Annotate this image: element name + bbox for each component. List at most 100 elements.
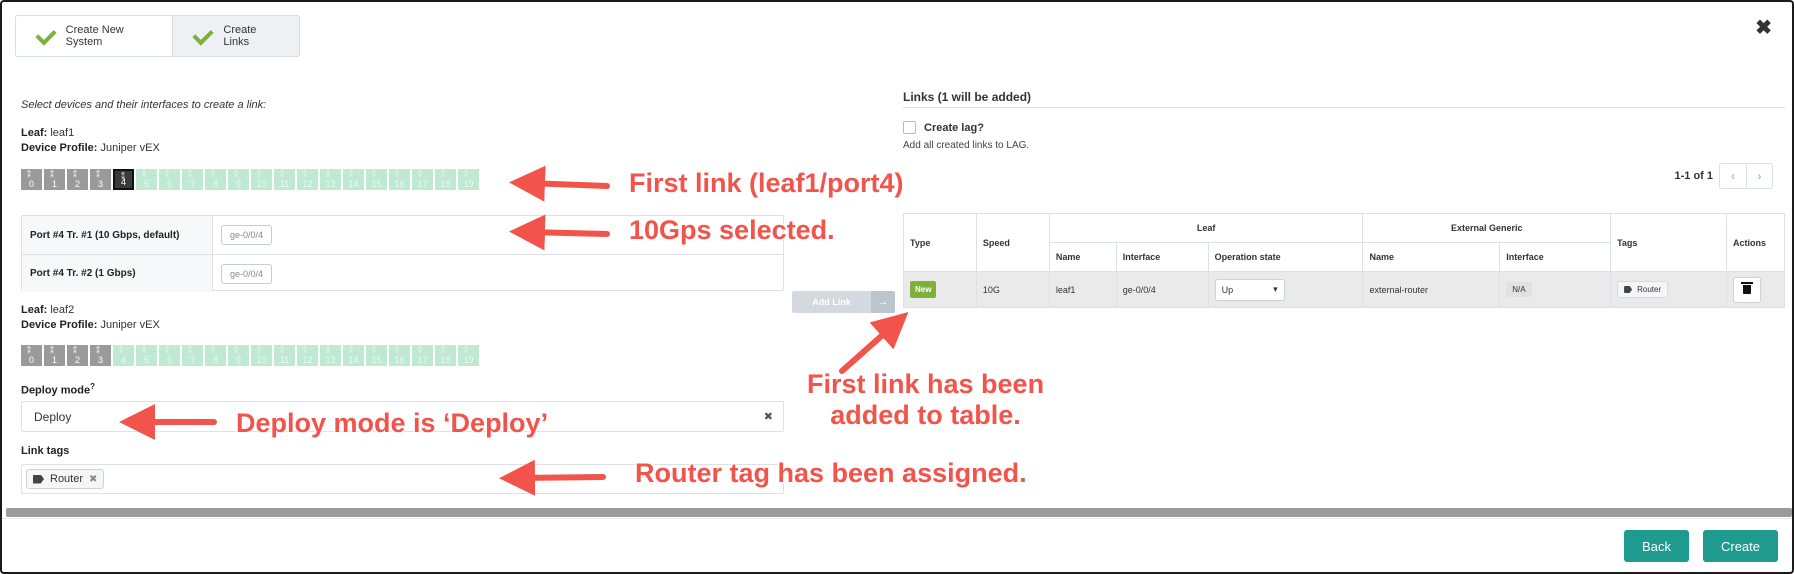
port-cell[interactable]: ⁑ 17 [412,345,433,366]
port-cell[interactable]: ⁑ 0 [21,169,42,190]
clear-icon[interactable]: ✖ [764,410,773,423]
port-cell[interactable]: ⁑ 5 [136,169,157,190]
port-number: 5 [143,179,149,189]
port-number: 3 [97,355,103,365]
port-cell[interactable]: ⁑ 10 [251,169,272,190]
leaf-key: Leaf: [21,127,48,139]
port-number: 9 [235,179,241,189]
port-cell[interactable]: ⁑ 7 [182,345,203,366]
port-cell[interactable]: ⁑ 11 [274,345,295,366]
port-icon: ⁑ [280,170,284,179]
add-link-label: Add Link [792,291,871,313]
port-icon: ⁑ [142,170,146,179]
port-number: 19 [463,179,474,189]
port-cell[interactable]: ⁑ 19 [458,345,479,366]
port-icon: ⁑ [73,170,77,179]
port-cell[interactable]: ⁑ 1 [44,169,65,190]
create-lag-checkbox[interactable]: Create lag? [903,121,984,134]
add-link-button[interactable]: Add Link → [792,291,895,313]
port-cell[interactable]: ⁑ 9 [228,169,249,190]
operation-state-select[interactable]: Up ▾ [1214,278,1285,301]
col-leaf-interface: Interface [1115,242,1209,272]
remove-tag-icon[interactable]: ✖ [89,474,97,485]
port-icon: ⁑ [372,170,376,179]
port-cell[interactable]: ⁑ 18 [435,345,456,366]
port-icon: ⁑ [257,346,261,355]
port-cell[interactable]: ⁑ 17 [412,169,433,190]
port-number: 17 [417,355,428,365]
create-button[interactable]: Create [1703,530,1778,562]
transform-row[interactable]: Port #4 Tr. #2 (1 Gbps) ge-0/0/4 [22,254,783,292]
col-ext-interface: Interface [1499,242,1612,272]
horizontal-scrollbar[interactable] [6,508,1792,517]
col-leaf-name: Name [1048,242,1117,272]
port-cell[interactable]: ⁑ 8 [205,345,226,366]
port-icon: ⁑ [121,172,125,181]
port-cell[interactable]: ⁑ 11 [274,169,295,190]
port-cell[interactable]: ⁑ 16 [389,345,410,366]
deploy-mode-value: Deploy [34,409,72,424]
port-number: 9 [235,355,241,365]
port-cell[interactable]: ⁑ 1 [44,345,65,366]
checkbox[interactable] [903,121,916,134]
port-number: 2 [74,355,80,365]
leaf2-port-grid: ⁑ 0 ⁑ 1 ⁑ 2 ⁑ 3 ⁑ 4 ⁑ 5 ⁑ 6 ⁑ 7 ⁑ 8 ⁑ 9 ⁑ 10 ⁑ 11 ⁑ 12 ⁑ 13 ⁑ 14 ⁑ 15 ⁑ 1… [21,345,479,366]
next-page-icon[interactable]: › [1746,164,1772,188]
modal-window: Create New System Create Links ✖ Select … [0,0,1794,574]
port-cell[interactable]: ⁑ 18 [435,169,456,190]
port-cell[interactable]: ⁑ 3 [90,345,111,366]
port-cell[interactable]: ⁑ 6 [159,345,180,366]
delete-button[interactable] [1732,276,1761,303]
port-number: 3 [97,179,103,189]
port-cell[interactable]: ⁑ 12 [297,345,318,366]
port-cell[interactable]: ⁑ 16 [389,169,410,190]
interface-name-input[interactable]: ge-0/0/4 [221,225,273,245]
port-cell[interactable]: ⁑ 3 [90,169,111,190]
port-cell[interactable]: ⁑ 5 [136,345,157,366]
annotation-added: First link has been added to table. [807,369,1045,431]
leaf-value: leaf2 [50,304,75,316]
transform-label: Port #4 Tr. #1 (10 Gbps, default) [22,216,213,254]
step-create-links[interactable]: Create Links [173,16,299,56]
port-cell[interactable]: ⁑ 2 [67,345,88,366]
close-icon[interactable]: ✖ [1755,18,1772,38]
port-cell[interactable]: ⁑ 13 [320,169,341,190]
port-cell[interactable]: ⁑ 8 [205,169,226,190]
divider [903,107,1785,108]
new-badge: New [910,281,937,298]
trash-icon [1740,282,1753,294]
prev-page-icon[interactable]: ‹ [1720,164,1746,188]
leaf1-port-grid: ⁑ 0 ⁑ 1 ⁑ 2 ⁑ 3 ⁑ 4 ⁑ 5 ⁑ 6 ⁑ 7 ⁑ 8 ⁑ 9 ⁑ 10 ⁑ 11 ⁑ 12 ⁑ 13 ⁑ 14 ⁑ 15 ⁑ 1… [21,169,479,190]
port-number: 13 [325,355,336,365]
tag-chip: Router ✖ [26,469,105,489]
port-icon: ⁑ [188,346,192,355]
port-cell[interactable]: ⁑ 19 [458,169,479,190]
help-icon[interactable]: ? [90,382,95,391]
port-cell[interactable]: ⁑ 15 [366,169,387,190]
port-cell[interactable]: ⁑ 13 [320,345,341,366]
tag-chip: Router [1617,281,1669,298]
port-icon: ⁑ [303,170,307,179]
port-cell[interactable]: ⁑ 15 [366,345,387,366]
checkmark-icon [189,27,211,45]
port-cell[interactable]: ⁑ 0 [21,345,42,366]
port-cell[interactable]: ⁑ 4 [113,345,134,366]
port-cell[interactable]: ⁑ 14 [343,169,364,190]
interface-name-input[interactable]: ge-0/0/4 [221,263,273,284]
leaf-interface-cell: ge-0/0/4 [1115,271,1209,308]
leaf1-label: Leaf: leaf1 [21,127,74,139]
port-cell[interactable]: ⁑ 6 [159,169,180,190]
port-cell[interactable]: ⁑ 7 [182,169,203,190]
port-cell[interactable]: ⁑ 12 [297,169,318,190]
port-cell[interactable]: ⁑ 4 [113,169,134,190]
port-cell[interactable]: ⁑ 10 [251,345,272,366]
step-create-new-system[interactable]: Create New System [16,16,173,56]
back-button[interactable]: Back [1624,530,1689,562]
col-operation-state: Operation state [1207,242,1364,272]
port-cell[interactable]: ⁑ 14 [343,345,364,366]
port-number: 0 [28,355,34,365]
port-icon: ⁑ [464,346,468,355]
port-cell[interactable]: ⁑ 9 [228,345,249,366]
port-cell[interactable]: ⁑ 2 [67,169,88,190]
links-title: Links (1 will be added) [903,90,1032,104]
